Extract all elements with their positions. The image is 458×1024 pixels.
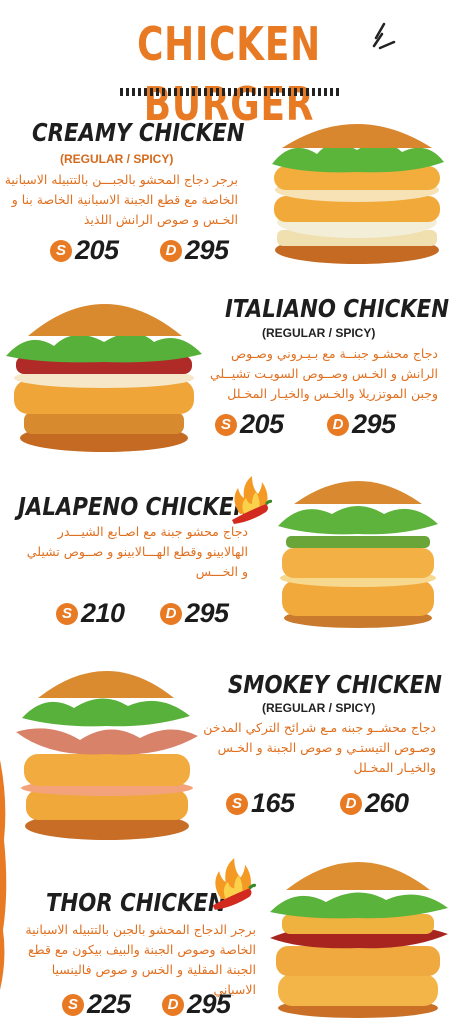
thor-chicken-burger-image bbox=[270, 862, 448, 1018]
item-name: ITALIANO CHICKEN bbox=[225, 294, 449, 323]
price-single-amount: 210 bbox=[81, 598, 125, 628]
price-double-amount: 295 bbox=[187, 989, 231, 1019]
item-description: برجر الدجاج المحشو بالجبن بالتتبيله الاس… bbox=[25, 922, 256, 997]
double-badge: D bbox=[160, 239, 182, 262]
item-name: JALAPENO CHICKEN bbox=[18, 492, 252, 521]
item-name: CREAMY CHICKEN bbox=[32, 118, 245, 147]
price-double: D 295 bbox=[160, 235, 229, 266]
hot-pepper-flame-icon bbox=[232, 476, 272, 524]
item-description: دجاج محشو جبنة مع اصـابع الشيـــدر الهال… bbox=[26, 524, 248, 579]
single-badge: S bbox=[62, 993, 84, 1016]
item-description: برجر دجاج المحشو بالجبـــن بالتتبيله الا… bbox=[4, 172, 238, 227]
price-single: S 210 bbox=[56, 598, 125, 629]
price-single-amount: 165 bbox=[251, 788, 295, 818]
price-single: S 165 bbox=[226, 788, 295, 819]
double-badge: D bbox=[162, 993, 184, 1016]
price-double: D 260 bbox=[340, 788, 409, 819]
price-single: S 205 bbox=[215, 409, 284, 440]
item-variant: (REGULAR / SPICY) bbox=[262, 326, 376, 340]
price-double: D 295 bbox=[160, 598, 229, 629]
price-single-amount: 205 bbox=[240, 409, 284, 439]
price-single: S 225 bbox=[62, 989, 131, 1020]
price-single: S 205 bbox=[50, 235, 119, 266]
double-badge: D bbox=[160, 602, 182, 625]
price-double-amount: 295 bbox=[185, 235, 229, 265]
single-badge: S bbox=[215, 413, 237, 436]
menu-item-italiano-chicken: ITALIANO CHICKEN (REGULAR / SPICY) دجاج … bbox=[0, 292, 458, 442]
item-description: دجاج محشـو جبنــة مع بـيـروني وصـوص الرا… bbox=[209, 346, 438, 401]
item-name: THOR CHICKEN bbox=[46, 888, 226, 917]
single-badge: S bbox=[226, 792, 248, 815]
price-double: D 295 bbox=[327, 409, 396, 440]
double-badge: D bbox=[340, 792, 362, 815]
creamy-chicken-burger-image bbox=[272, 124, 444, 264]
single-badge: S bbox=[50, 239, 72, 262]
title-divider bbox=[120, 88, 340, 96]
sparkle-lines-icon bbox=[372, 22, 396, 50]
hot-pepper-flame-icon bbox=[212, 858, 256, 910]
item-variant: (REGULAR / SPICY) bbox=[60, 152, 174, 166]
item-description: دجاج محشــو جبنه مـع شرائح التركي المدخن… bbox=[203, 720, 436, 775]
single-badge: S bbox=[56, 602, 78, 625]
price-double-amount: 295 bbox=[185, 598, 229, 628]
price-single-amount: 205 bbox=[75, 235, 119, 265]
price-double-amount: 260 bbox=[365, 788, 409, 818]
price-double-amount: 295 bbox=[352, 409, 396, 439]
item-variant: (REGULAR / SPICY) bbox=[262, 701, 376, 715]
item-name: SMOKEY CHICKEN bbox=[228, 670, 442, 699]
price-single-amount: 225 bbox=[87, 989, 131, 1019]
jalapeno-chicken-burger-image bbox=[278, 481, 438, 628]
price-double: D 295 bbox=[162, 989, 231, 1020]
menu-item-smokey-chicken: SMOKEY CHICKEN (REGULAR / SPICY) دجاج مح… bbox=[0, 668, 458, 828]
double-badge: D bbox=[327, 413, 349, 436]
